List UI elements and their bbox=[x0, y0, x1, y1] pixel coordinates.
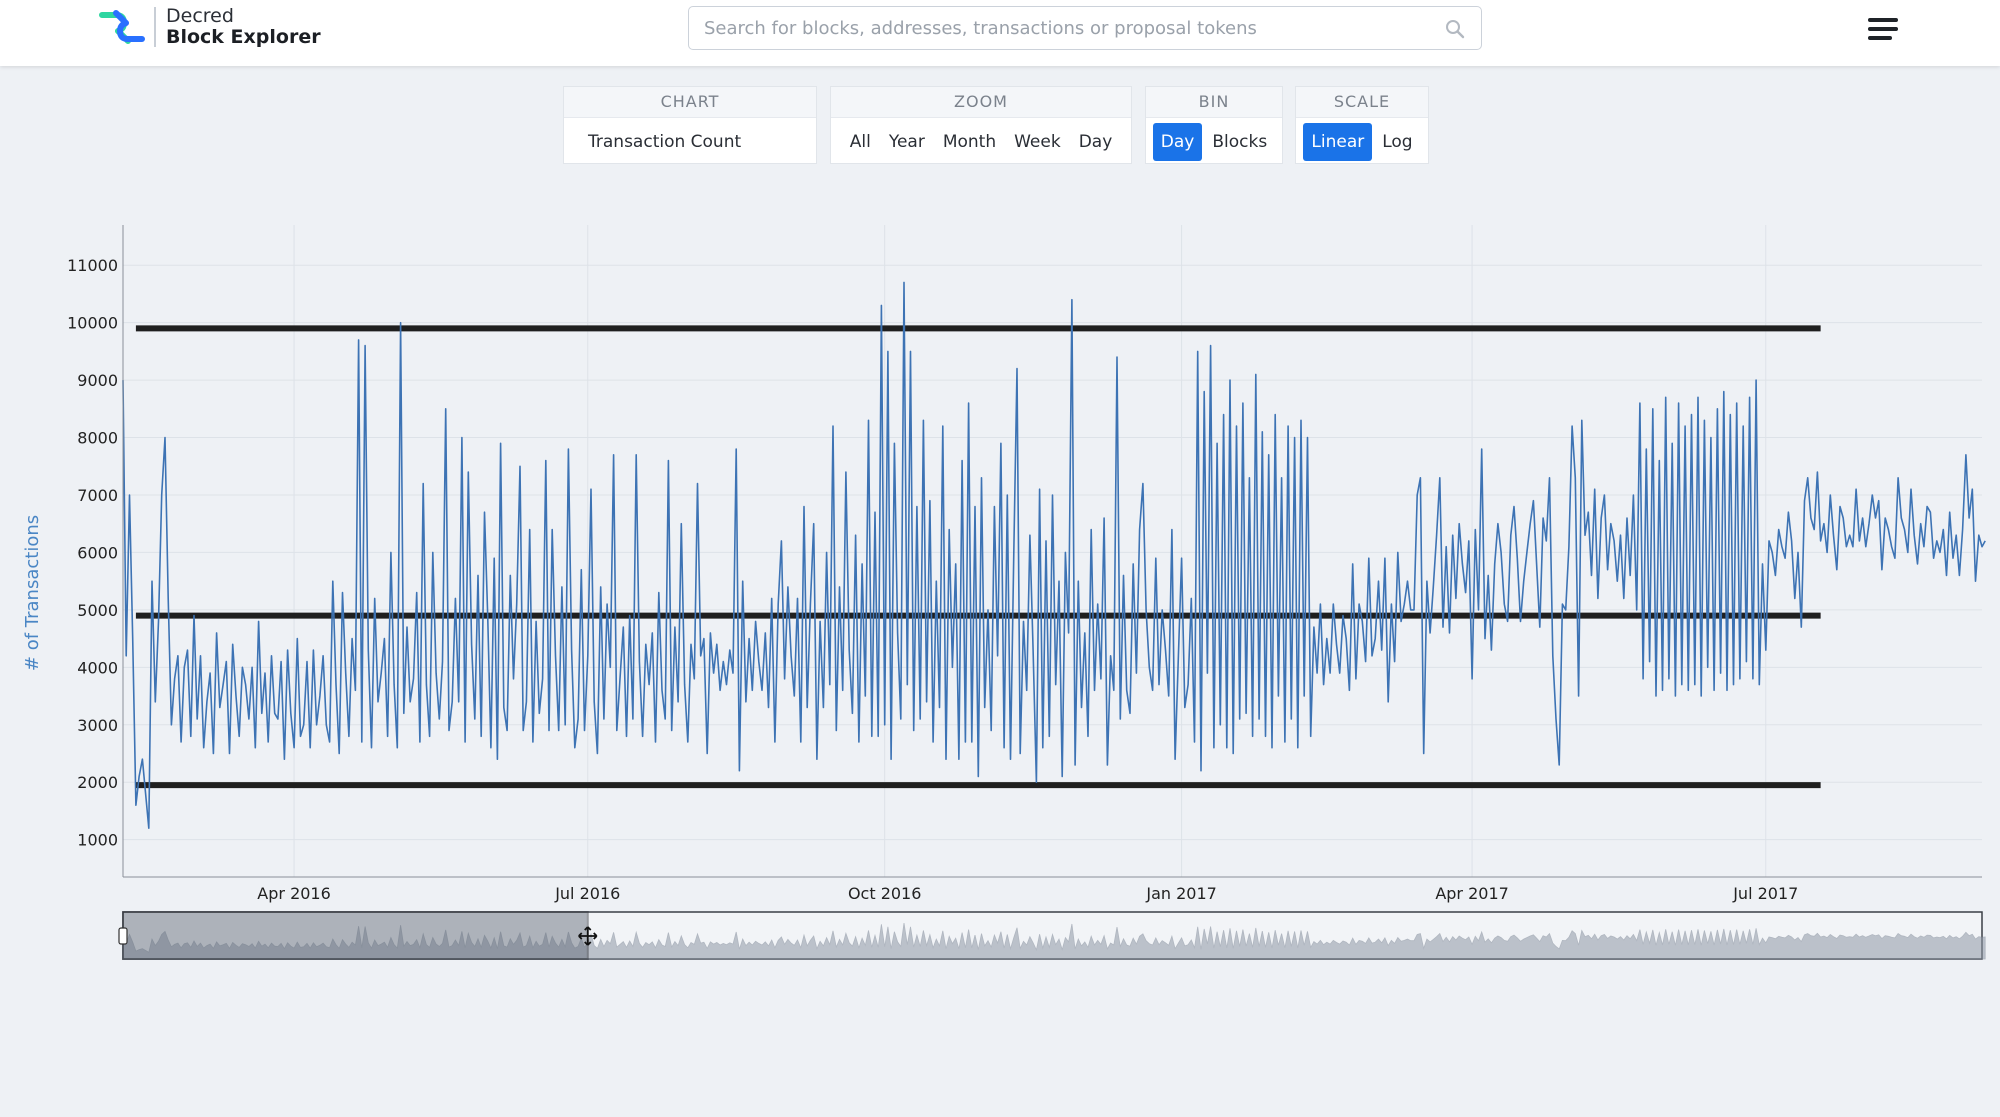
search-icon[interactable] bbox=[1445, 19, 1465, 39]
search-input[interactable] bbox=[689, 17, 1481, 39]
scale-control-group: SCALE Linear Log bbox=[1295, 86, 1429, 164]
zoom-control-group: ZOOM All Year Month Week Day bbox=[830, 86, 1132, 164]
y-tick-label: 6000 bbox=[77, 543, 118, 562]
menu-bar bbox=[1868, 36, 1892, 40]
logo-divider bbox=[154, 7, 156, 47]
zoom-year-button[interactable]: Year bbox=[881, 123, 933, 161]
logo-line2: Block Explorer bbox=[166, 26, 321, 48]
scale-control-title: SCALE bbox=[1296, 87, 1428, 118]
x-tick-label: Jul 2016 bbox=[554, 884, 620, 903]
range-start-handle bbox=[118, 927, 128, 945]
search-box bbox=[688, 6, 1482, 50]
logo-text: Decred Block Explorer bbox=[166, 6, 321, 48]
y-tick-label: 8000 bbox=[77, 429, 118, 448]
x-tick-label: Apr 2016 bbox=[257, 884, 330, 903]
chart-type-select[interactable]: Transaction Count bbox=[568, 132, 812, 152]
scale-linear-button[interactable]: Linear bbox=[1303, 122, 1373, 161]
menu-bar bbox=[1868, 27, 1898, 31]
bin-day-button[interactable]: Day bbox=[1152, 122, 1203, 161]
chart-control-group: CHART Transaction Count bbox=[563, 86, 817, 164]
y-tick-label: 9000 bbox=[77, 371, 118, 390]
y-tick-label: 4000 bbox=[77, 658, 118, 677]
y-tick-label: 3000 bbox=[77, 716, 118, 735]
range-selector-window bbox=[122, 911, 589, 960]
zoom-month-button[interactable]: Month bbox=[935, 123, 1004, 161]
series-line bbox=[122, 281, 1986, 829]
x-tick-label: Apr 2017 bbox=[1435, 884, 1508, 903]
zoom-all-button[interactable]: All bbox=[842, 123, 879, 161]
range-selector[interactable] bbox=[118, 911, 1986, 960]
x-tick-label: Oct 2016 bbox=[848, 884, 921, 903]
x-tick-label: Jul 2017 bbox=[1732, 884, 1798, 903]
x-tick-label: Jan 2017 bbox=[1145, 884, 1216, 903]
bin-blocks-button[interactable]: Blocks bbox=[1204, 123, 1275, 161]
hamburger-menu-icon[interactable] bbox=[1868, 18, 1898, 40]
y-tick-label: 5000 bbox=[77, 601, 118, 620]
zoom-week-button[interactable]: Week bbox=[1006, 123, 1069, 161]
y-tick-label: 2000 bbox=[77, 773, 118, 792]
bin-control-group: BIN Day Blocks bbox=[1145, 86, 1283, 164]
logo-line1: Decred bbox=[166, 5, 234, 27]
logo[interactable]: Decred Block Explorer bbox=[98, 6, 321, 48]
scale-log-button[interactable]: Log bbox=[1374, 123, 1420, 161]
chart-control-title: CHART bbox=[564, 87, 816, 118]
y-tick-label: 10000 bbox=[67, 314, 118, 333]
y-axis-title: # of Transactions bbox=[22, 515, 43, 671]
y-tick-label: 7000 bbox=[77, 486, 118, 505]
zoom-control-title: ZOOM bbox=[831, 87, 1131, 118]
transaction-count-chart: 1000 2000 3000 4000 5000 6000 7000 8000 9000 1000… bbox=[22, 225, 1986, 960]
zoom-day-button[interactable]: Day bbox=[1071, 123, 1121, 161]
header: Decred Block Explorer bbox=[0, 0, 2000, 66]
y-tick-label: 1000 bbox=[77, 831, 118, 850]
bin-control-title: BIN bbox=[1146, 87, 1282, 118]
menu-bar bbox=[1868, 18, 1898, 22]
y-tick-label: 11000 bbox=[67, 256, 118, 275]
series-layer bbox=[122, 281, 1986, 829]
decred-logo-icon bbox=[99, 10, 145, 44]
